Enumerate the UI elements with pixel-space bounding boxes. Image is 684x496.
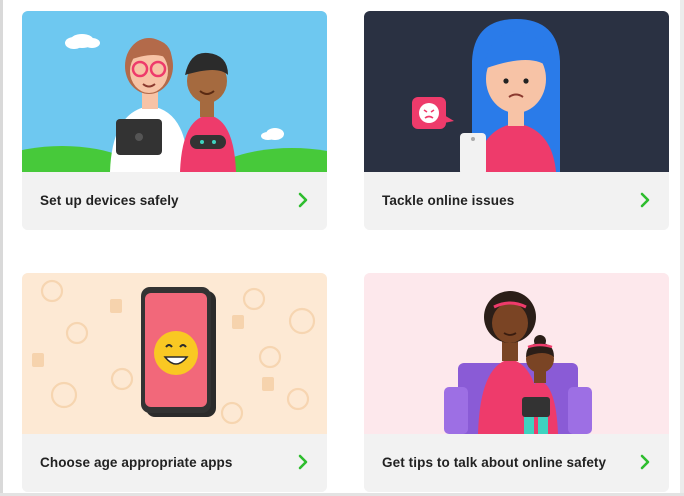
card-label: Choose age appropriate apps xyxy=(40,455,233,470)
card-tackle-online-issues[interactable]: Tackle online issues xyxy=(364,11,669,230)
card-age-appropriate-apps[interactable]: Choose age appropriate apps xyxy=(22,273,327,492)
chevron-right-icon xyxy=(640,192,650,208)
card-label: Tackle online issues xyxy=(382,193,515,208)
card-talk-online-safety[interactable]: Get tips to talk about online safety xyxy=(364,273,669,492)
card-footer: Get tips to talk about online safety xyxy=(364,434,669,492)
card-label: Set up devices safely xyxy=(40,193,179,208)
illustration-phone-smiley xyxy=(22,273,327,434)
card-footer: Set up devices safely xyxy=(22,172,327,230)
illustration-parent-child-devices xyxy=(22,11,327,172)
illustration-upset-teen-phone xyxy=(364,11,669,172)
chevron-right-icon xyxy=(640,454,650,470)
chevron-right-icon xyxy=(298,454,308,470)
card-footer: Choose age appropriate apps xyxy=(22,434,327,492)
chevron-right-icon xyxy=(298,192,308,208)
card-label: Get tips to talk about online safety xyxy=(382,455,607,470)
illustration-mother-daughter-couch xyxy=(364,273,669,434)
card-set-up-devices[interactable]: Set up devices safely xyxy=(22,11,327,230)
page-left-edge xyxy=(0,0,3,496)
page-right-edge xyxy=(680,0,684,496)
card-footer: Tackle online issues xyxy=(364,172,669,230)
